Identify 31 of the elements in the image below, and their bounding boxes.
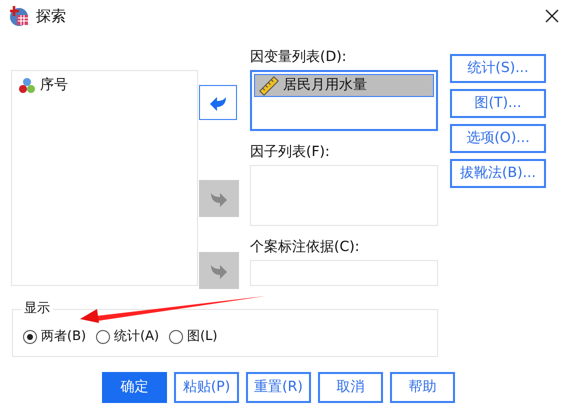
dialog-button[interactable]: 粘贴(P) [174,372,239,403]
radio-option[interactable]: 两者(B) [23,327,86,346]
arrow-icon [210,262,228,278]
variable-item[interactable]: 序号 [40,75,68,96]
dialog-button[interactable]: 选项(O)... [450,124,546,153]
dependent-list[interactable]: 居民月用水量 [250,70,438,131]
arrow-icon [209,94,227,110]
field-label: 因子列表(F): [250,143,331,162]
dialog-button[interactable]: 统计(S)... [450,54,546,83]
close-icon[interactable] [545,9,559,23]
dialog-button[interactable]: 取消 [318,372,383,403]
field-label: 个案标注依据(C): [250,238,360,257]
dialog-button[interactable]: 帮助 [390,372,455,403]
dialog-button[interactable]: 重置(R) [246,372,311,403]
app-icon [8,5,30,27]
radio-button[interactable] [96,330,110,344]
move-button[interactable] [199,85,237,120]
dialog-button[interactable]: 确定 [102,372,167,403]
arrow-icon [210,190,228,206]
radio-button[interactable] [169,330,184,344]
dialog-button[interactable]: 图(T)... [450,89,546,118]
dialog-button[interactable]: 拔靴法(B)... [450,159,546,188]
variable-item[interactable]: 居民月用水量 [254,74,434,97]
radio-option[interactable]: 图(L) [169,327,218,346]
window-title: 探索 [36,6,66,27]
variable-list[interactable]: 序号 [11,70,198,286]
radio-button[interactable] [23,330,37,344]
label-cases-field[interactable] [250,260,438,286]
field-label: 因变量列表(D): [250,48,348,67]
nominal-icon [18,76,36,94]
radio-option[interactable]: 统计(A) [96,327,160,346]
